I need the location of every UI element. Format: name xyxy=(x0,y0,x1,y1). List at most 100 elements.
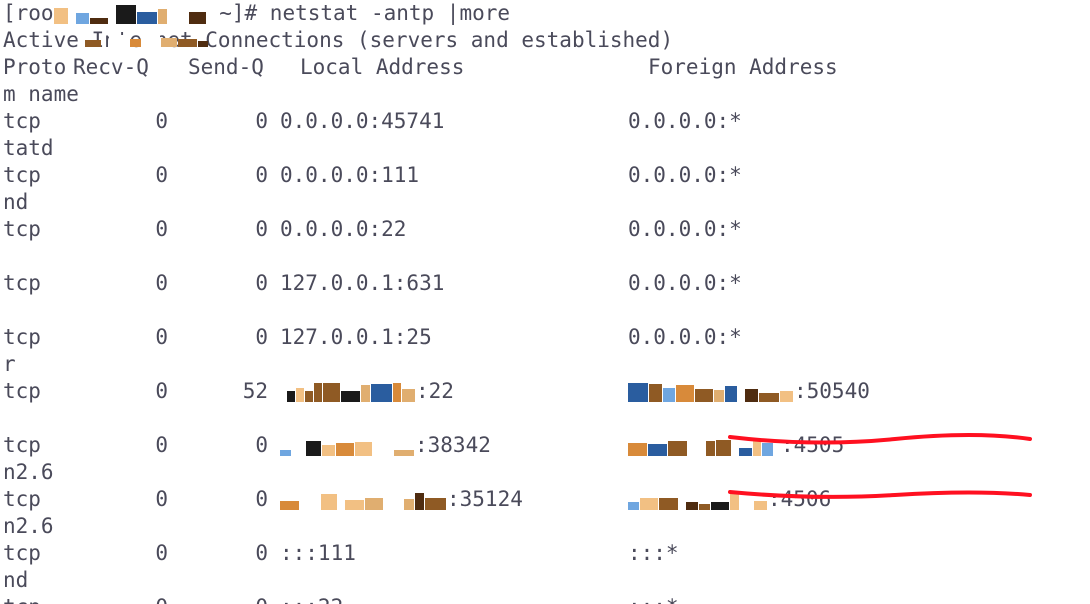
terminal-line xyxy=(3,405,1087,432)
net-row: tcp00 127.0.0.1:6310.0.0.0:* xyxy=(3,270,1087,297)
local-port: :38342 xyxy=(415,433,491,457)
cell-sendq: 0 xyxy=(168,540,268,567)
cell-wrap: nd xyxy=(3,568,28,592)
cell-sendq: 0 xyxy=(168,162,268,189)
redaction-overflow xyxy=(85,23,209,50)
cell-local: :38342 xyxy=(280,432,628,459)
cell-foreign: :::* xyxy=(628,594,968,604)
col-proto: Proto xyxy=(3,54,63,81)
terminal-line: m name xyxy=(3,81,1087,108)
col-wrap: m name xyxy=(3,82,79,106)
foreign-port: :4505 xyxy=(781,433,844,457)
cell-proto: tcp xyxy=(3,378,63,405)
cell-wrap xyxy=(3,406,16,430)
cell-proto: tcp xyxy=(3,324,63,351)
cell-recvq: 0 xyxy=(63,594,168,604)
cell-recvq: 0 xyxy=(63,486,168,513)
cell-recvq: 0 xyxy=(63,378,168,405)
net-row: tcp00 :35124:4506 xyxy=(3,486,1087,513)
cell-proto: tcp xyxy=(3,162,63,189)
cell-proto: tcp xyxy=(3,432,63,459)
net-row: tcp00 0.0.0.0:1110.0.0.0:* xyxy=(3,162,1087,189)
terminal-line: n2.6 xyxy=(3,459,1087,486)
net-row: tcp00 :::22:::* xyxy=(3,594,1087,604)
terminal-line xyxy=(3,297,1087,324)
redacted-ip xyxy=(628,379,794,403)
cell-wrap: tatd xyxy=(3,136,54,160)
cell-proto: tcp xyxy=(3,216,63,243)
cell-sendq: 52 xyxy=(168,378,268,405)
terminal-line: ProtoRecv-QSend-QLocal AddressForeign Ad… xyxy=(3,54,1087,81)
cell-recvq: 0 xyxy=(63,432,168,459)
cell-sendq: 0 xyxy=(168,108,268,135)
local-port: :22 xyxy=(416,379,454,403)
cell-local: 127.0.0.1:631 xyxy=(280,270,628,297)
terminal-line: nd xyxy=(3,189,1087,216)
terminal-output: [roo ~]# netstat -antp |moreActive Inter… xyxy=(0,0,1090,604)
col-sendq: Send-Q xyxy=(178,54,288,81)
terminal-line: n2.6 xyxy=(3,513,1087,540)
cell-foreign: :::* xyxy=(628,540,968,567)
cell-recvq: 0 xyxy=(63,162,168,189)
redacted-ip xyxy=(54,1,207,25)
foreign-port: :50540 xyxy=(794,379,870,403)
net-row: tcp052 :22 :50540 xyxy=(3,378,1087,405)
col-local: Local Address xyxy=(300,54,648,81)
cell-local: 127.0.0.1:25 xyxy=(280,324,628,351)
cell-proto: tcp xyxy=(3,108,63,135)
terminal-line: tatd xyxy=(3,135,1087,162)
cell-foreign: 0.0.0.0:* xyxy=(628,108,968,135)
cell-foreign: 0.0.0.0:* xyxy=(628,270,968,297)
cell-local: 0.0.0.0:22 xyxy=(280,216,628,243)
cell-local: 0.0.0.0:111 xyxy=(280,162,628,189)
cell-recvq: 0 xyxy=(63,324,168,351)
cell-foreign: :4506 xyxy=(628,486,968,513)
cell-foreign: 0.0.0.0:* xyxy=(628,162,968,189)
cell-wrap: nd xyxy=(3,190,28,214)
cell-proto: tcp xyxy=(3,594,63,604)
cell-foreign: 0.0.0.0:* xyxy=(628,324,968,351)
cell-foreign: :4505 xyxy=(628,432,968,459)
redacted-ip xyxy=(628,433,781,457)
cell-local: :::22 xyxy=(280,594,628,604)
cell-recvq: 0 xyxy=(63,540,168,567)
cell-sendq: 0 xyxy=(168,216,268,243)
redacted-ip xyxy=(280,379,416,403)
terminal-line: r xyxy=(3,351,1087,378)
local-port: :35124 xyxy=(447,487,523,511)
terminal-line: Active Internet Connections (servers and… xyxy=(3,27,1087,54)
prompt-prefix: [roo xyxy=(3,1,54,25)
cell-sendq: 0 xyxy=(168,324,268,351)
redacted-ip xyxy=(628,487,768,511)
cell-proto: tcp xyxy=(3,540,63,567)
cell-wrap xyxy=(3,298,16,322)
redacted-ip xyxy=(280,433,415,457)
net-row: tcp00 0.0.0.0:220.0.0.0:* xyxy=(3,216,1087,243)
cell-foreign: 0.0.0.0:* xyxy=(628,216,968,243)
net-row: tcp00 :38342:4505 xyxy=(3,432,1087,459)
cell-sendq: 0 xyxy=(168,270,268,297)
cell-local: :22 xyxy=(280,378,628,405)
cell-wrap: n2.6 xyxy=(3,460,54,484)
prompt-suffix: ~]# xyxy=(207,1,270,25)
redacted-ip xyxy=(85,24,209,48)
cell-local: :35124 xyxy=(280,486,628,513)
cell-sendq: 0 xyxy=(168,594,268,604)
cell-local: :::111 xyxy=(280,540,628,567)
cell-wrap: r xyxy=(3,352,16,376)
foreign-port: :4506 xyxy=(768,487,831,511)
cell-recvq: 0 xyxy=(63,108,168,135)
net-row: tcp00 :::111:::* xyxy=(3,540,1087,567)
cell-wrap xyxy=(3,244,16,268)
cell-recvq: 0 xyxy=(63,270,168,297)
cell-sendq: 0 xyxy=(168,486,268,513)
command-text: netstat -antp |more xyxy=(270,1,510,25)
col-recvq: Recv-Q xyxy=(63,54,178,81)
terminal-line xyxy=(3,243,1087,270)
redacted-ip xyxy=(280,487,447,511)
net-row: tcp00 127.0.0.1:250.0.0.0:* xyxy=(3,324,1087,351)
cell-recvq: 0 xyxy=(63,216,168,243)
cell-proto: tcp xyxy=(3,270,63,297)
terminal-line: nd xyxy=(3,567,1087,594)
cell-wrap: n2.6 xyxy=(3,514,54,538)
